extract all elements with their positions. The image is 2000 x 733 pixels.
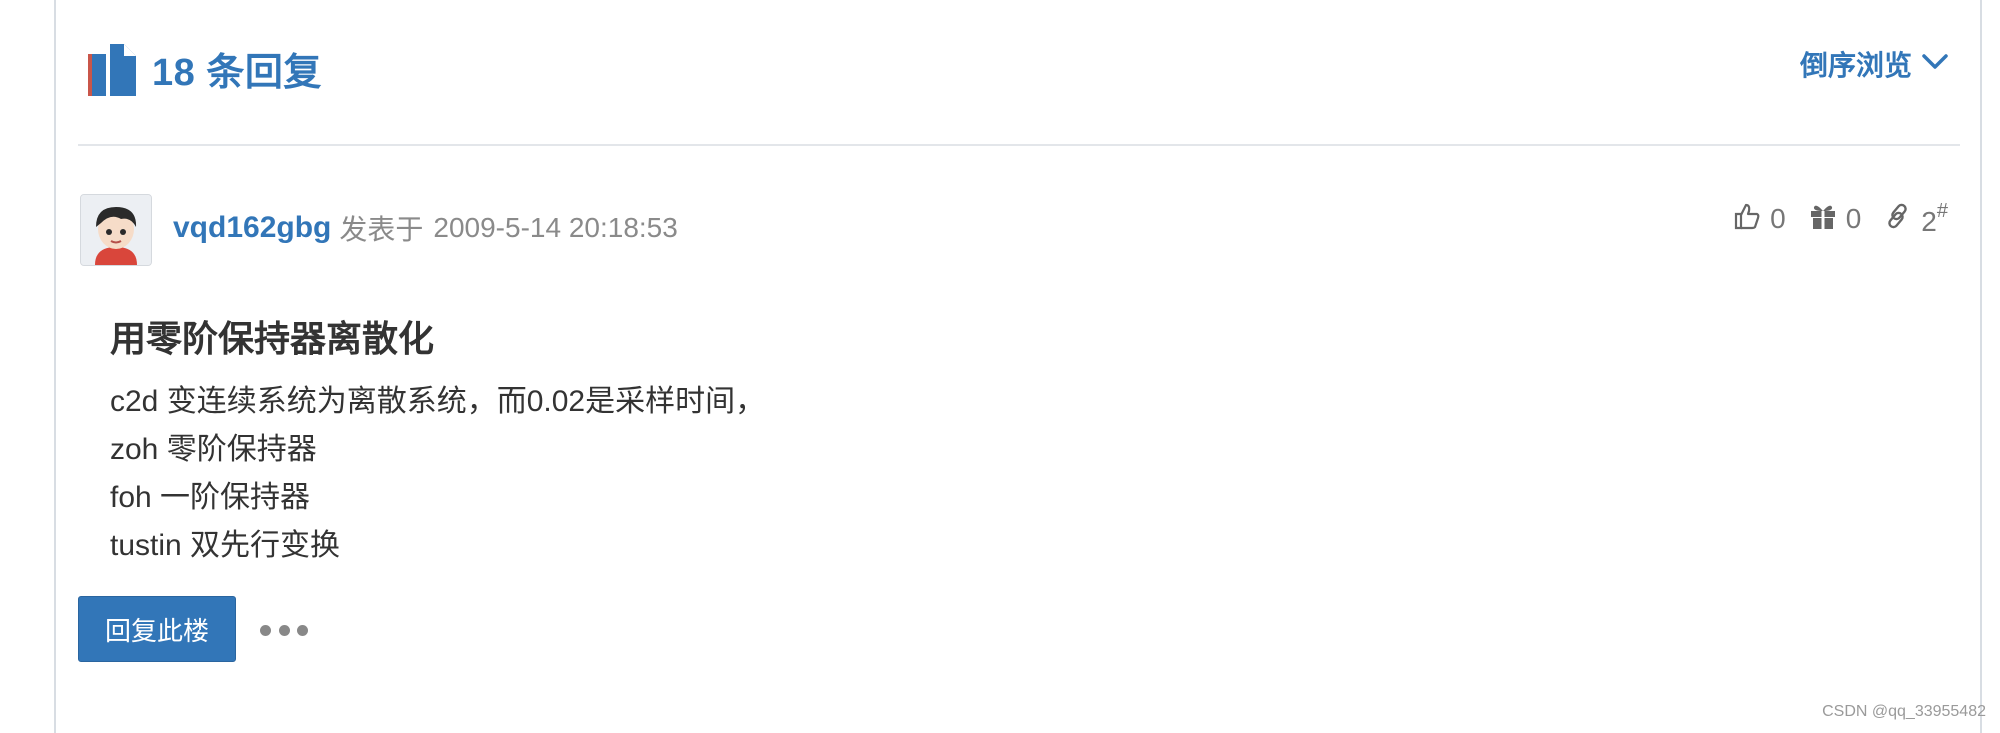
- chevron-down-icon: [1922, 53, 1948, 76]
- header-divider: [78, 144, 1960, 146]
- thumbs-up-icon: [1732, 201, 1762, 238]
- post-line: tustin 双先行变换: [110, 529, 341, 562]
- post-line: foh 一阶保持器: [110, 481, 311, 514]
- post-line: zoh 零阶保持器: [110, 433, 317, 466]
- like-count: 0: [1770, 203, 1786, 234]
- posted-label: 发表于: [339, 214, 424, 245]
- reverse-order-toggle[interactable]: 倒序浏览: [1800, 44, 1948, 84]
- watermark: CSDN @qq_33955482: [1822, 703, 1986, 720]
- post-title: 用零阶保持器离散化: [110, 318, 435, 359]
- sort-label: 倒序浏览: [1799, 50, 1912, 81]
- gift-count: 0: [1845, 203, 1862, 234]
- gift-button[interactable]: 0: [1808, 201, 1862, 238]
- post-meta: vqd162gbg 发表于 2009-5-14 20:18:53: [173, 208, 678, 248]
- page: 18 条回复 倒序浏览 vqd162gbg 发表于 2009-5-14 20:1…: [0, 0, 2000, 733]
- more-dot: [297, 624, 308, 636]
- floor-number: 2#: [1921, 200, 1948, 238]
- like-button[interactable]: 0: [1732, 201, 1786, 238]
- floor-link[interactable]: 2#: [1883, 200, 1948, 238]
- author-link[interactable]: vqd162gbg: [173, 211, 331, 245]
- link-icon: [1883, 201, 1913, 238]
- gift-icon: [1808, 201, 1838, 238]
- replies-header: 18 条回复: [86, 36, 322, 100]
- post-body: 用零阶保持器离散化 c2d 变连续系统为离散系统，而0.02是采样时间， zoh…: [110, 312, 1810, 570]
- post-line: c2d 变连续系统为离散系统，而0.02是采样时间，: [110, 385, 766, 418]
- more-dot: [260, 624, 271, 636]
- floor-mark: #: [1936, 200, 1948, 222]
- replies-count-title: 18 条回复: [152, 51, 322, 94]
- post-tools: 0 0 2#: [1732, 200, 1948, 238]
- replies-icon: [86, 40, 138, 96]
- more-dot: [278, 624, 290, 636]
- floor-number-value: 2: [1921, 206, 1937, 237]
- reply-floor-button[interactable]: 回复此楼: [78, 596, 236, 662]
- post-timestamp: 2009-5-14 20:18:53: [433, 212, 678, 243]
- avatar[interactable]: [80, 194, 152, 266]
- more-icon[interactable]: [260, 612, 308, 648]
